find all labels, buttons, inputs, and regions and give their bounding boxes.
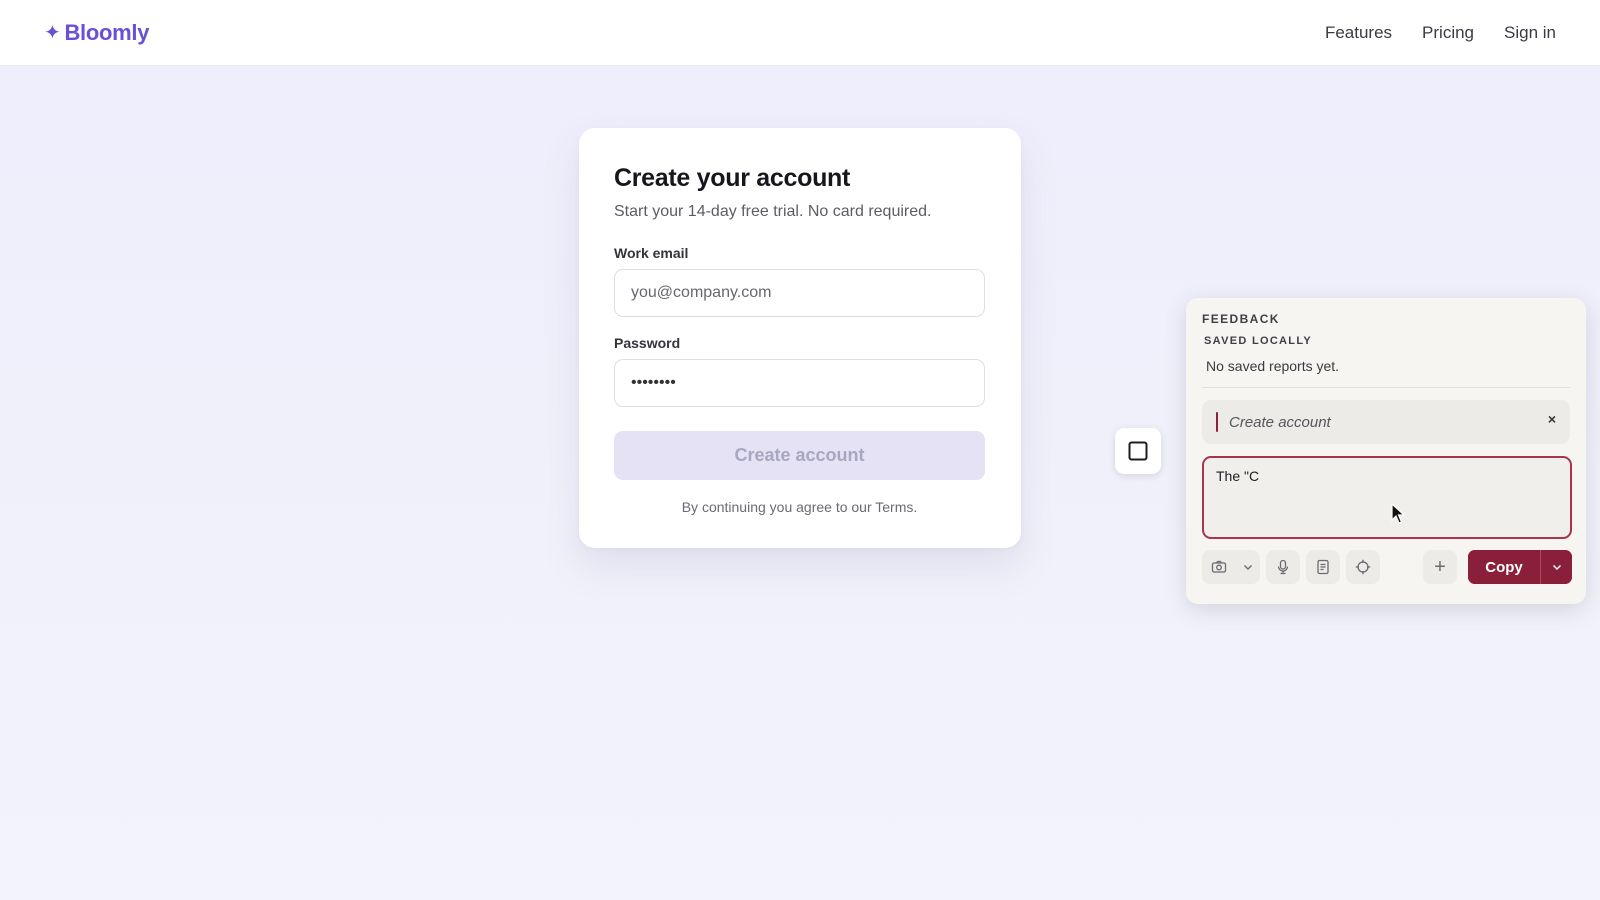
attach-notes-button[interactable]	[1306, 550, 1340, 584]
brand-logo[interactable]: ✦ Bloomly	[44, 20, 149, 46]
feedback-panel: FEEDBACK SAVED LOCALLY No saved reports …	[1186, 298, 1586, 604]
target-element-label: Create account	[1229, 413, 1331, 431]
add-button[interactable]: +	[1423, 550, 1457, 584]
signup-card: Create your account Start your 14-day fr…	[579, 128, 1021, 548]
divider	[1202, 387, 1570, 388]
nav-link-features[interactable]: Features	[1325, 23, 1392, 43]
feedback-title: FEEDBACK	[1202, 312, 1280, 326]
mouse-pointer-icon	[1391, 503, 1406, 524]
main-nav: Features Pricing Sign in	[1325, 23, 1556, 43]
pick-element-button[interactable]	[1346, 550, 1380, 584]
email-input[interactable]	[614, 269, 985, 317]
screenshot-group	[1202, 550, 1260, 584]
top-navigation-bar: ✦ Bloomly Features Pricing Sign in	[0, 0, 1600, 66]
copy-split-button: Copy	[1468, 550, 1572, 584]
copy-options-button[interactable]	[1540, 550, 1572, 584]
square-icon	[1128, 441, 1148, 461]
plus-icon: +	[1434, 556, 1446, 578]
signup-subtitle: Start your 14-day free trial. No card re…	[614, 203, 932, 220]
feedback-toolbar: + Copy	[1202, 550, 1572, 584]
empty-reports-text: No saved reports yet.	[1206, 358, 1340, 374]
document-icon	[1317, 559, 1329, 575]
signup-title: Create your account	[614, 164, 851, 192]
password-input[interactable]	[614, 359, 985, 407]
close-icon[interactable]: ×	[1548, 411, 1556, 427]
feedback-textarea[interactable]: The "C	[1202, 456, 1572, 539]
password-label: Password	[614, 335, 681, 351]
saved-locally-heading: SAVED LOCALLY	[1204, 335, 1312, 347]
voice-note-button[interactable]	[1266, 550, 1300, 584]
nav-link-pricing[interactable]: Pricing	[1422, 23, 1474, 43]
chevron-down-icon	[1244, 565, 1252, 570]
sparkle-icon: ✦	[44, 21, 61, 44]
brand-name: Bloomly	[64, 19, 150, 45]
screenshot-options-button[interactable]	[1236, 550, 1260, 584]
camera-icon	[1211, 560, 1227, 573]
terms-text: By continuing you agree to our Terms.	[681, 499, 918, 515]
microphone-icon	[1277, 559, 1289, 575]
email-label: Work email	[614, 245, 689, 261]
crosshair-icon	[1355, 559, 1371, 575]
chevron-down-icon	[1552, 564, 1561, 571]
chip-accent-bar	[1216, 412, 1218, 432]
select-element-button[interactable]	[1115, 428, 1161, 474]
nav-link-sign-in[interactable]: Sign in	[1504, 23, 1556, 43]
create-account-button[interactable]: Create account	[614, 431, 985, 480]
copy-button[interactable]: Copy	[1468, 550, 1540, 584]
target-element-chip: Create account ×	[1202, 400, 1570, 444]
screenshot-button[interactable]	[1202, 550, 1236, 584]
